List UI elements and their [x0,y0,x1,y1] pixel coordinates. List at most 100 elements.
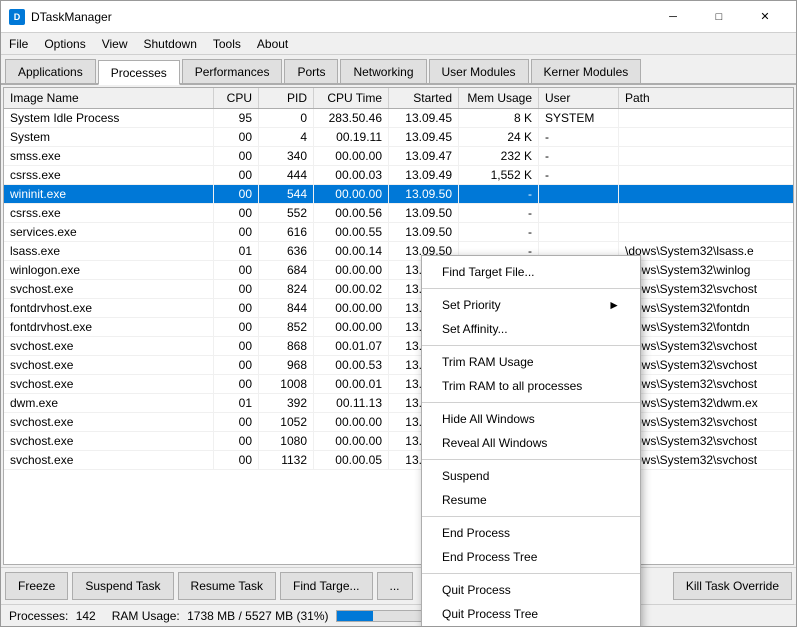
cell-pid: 824 [259,280,314,298]
cell-path [619,185,793,203]
table-row[interactable]: fontdrvhost.exe 00 852 00.00.00 13.09.50… [4,318,793,337]
table-row[interactable]: svchost.exe 00 968 00.00.53 13.09.50 - \… [4,356,793,375]
cell-image: fontdrvhost.exe [4,299,214,317]
table-row[interactable]: svchost.exe 00 1008 00.00.01 13.09.50 - … [4,375,793,394]
ctx-trim-ram[interactable]: Trim RAM Usage [422,350,640,374]
freeze-button[interactable]: Freeze [5,572,68,600]
cell-path: \dows\System32\svchost [619,451,793,469]
cell-cpu: 00 [214,375,259,393]
col-header-user[interactable]: User [539,88,619,108]
cell-cputime: 00.11.13 [314,394,389,412]
title-controls: ─ □ ✕ [650,1,788,33]
table-body[interactable]: System Idle Process 95 0 283.50.46 13.09… [4,109,793,561]
cell-pid: 444 [259,166,314,184]
ctx-end-process-tree[interactable]: End Process Tree [422,545,640,569]
ctx-quit-process-tree[interactable]: Quit Process Tree [422,602,640,626]
col-header-mem[interactable]: Mem Usage [459,88,539,108]
close-button[interactable]: ✕ [742,1,788,33]
menu-view[interactable]: View [94,33,136,55]
ctx-reveal-windows[interactable]: Reveal All Windows [422,431,640,455]
cell-pid: 392 [259,394,314,412]
ctx-suspend[interactable]: Suspend [422,464,640,488]
cell-mem: 8 K [459,109,539,127]
cell-cputime: 00.00.14 [314,242,389,260]
table-row[interactable]: services.exe 00 616 00.00.55 13.09.50 - [4,223,793,242]
cell-cputime: 00.00.55 [314,223,389,241]
table-row[interactable]: svchost.exe 00 868 00.01.07 13.09.50 - \… [4,337,793,356]
table-row[interactable]: fontdrvhost.exe 00 844 00.00.00 13.09.50… [4,299,793,318]
cell-image: svchost.exe [4,356,214,374]
ram-fill [337,611,374,621]
process-table[interactable]: Image Name CPU PID CPU Time Started Mem … [3,87,794,565]
table-row[interactable]: System 00 4 00.19.11 13.09.45 24 K - [4,128,793,147]
table-row[interactable]: winlogon.exe 00 684 00.00.00 13.09.50 - … [4,261,793,280]
maximize-button[interactable]: □ [696,1,742,33]
table-row[interactable]: svchost.exe 00 1132 00.00.05 13.09.51 - … [4,451,793,470]
minimize-button[interactable]: ─ [650,1,696,33]
tab-ports[interactable]: Ports [284,59,338,83]
table-row[interactable]: csrss.exe 00 444 00.00.03 13.09.49 1,552… [4,166,793,185]
col-header-started[interactable]: Started [389,88,459,108]
cell-image: dwm.exe [4,394,214,412]
cell-cpu: 00 [214,451,259,469]
menu-tools[interactable]: Tools [205,33,249,55]
cell-pid: 852 [259,318,314,336]
cell-user: - [539,128,619,146]
cell-started: 13.09.49 [389,166,459,184]
tab-networking[interactable]: Networking [340,59,426,83]
table-row[interactable]: wininit.exe 00 544 00.00.00 13.09.50 - [4,185,793,204]
ctx-find-target[interactable]: Find Target File... [422,260,640,284]
suspend-task-button[interactable]: Suspend Task [72,572,173,600]
tabs-bar: Applications Processes Performances Port… [1,55,796,85]
ctx-quit-process[interactable]: Quit Process [422,578,640,602]
ctx-resume[interactable]: Resume [422,488,640,512]
col-header-path[interactable]: Path [619,88,794,108]
content-area: Image Name CPU PID CPU Time Started Mem … [1,85,796,626]
col-header-cpu[interactable]: CPU [214,88,259,108]
cell-pid: 4 [259,128,314,146]
table-row[interactable]: dwm.exe 01 392 00.11.13 13.09.50 - \dows… [4,394,793,413]
cell-mem: 1,552 K [459,166,539,184]
tab-kerner-modules[interactable]: Kerner Modules [531,59,642,83]
cell-user: - [539,147,619,165]
cell-image: wininit.exe [4,185,214,203]
tab-user-modules[interactable]: User Modules [429,59,529,83]
cell-path: \dows\System32\fontdn [619,299,793,317]
resume-task-button[interactable]: Resume Task [178,572,276,600]
more-button[interactable]: ... [377,572,413,600]
table-row[interactable]: svchost.exe 00 824 00.00.02 13.09.50 - \… [4,280,793,299]
tab-applications[interactable]: Applications [5,59,96,83]
cell-mem: 232 K [459,147,539,165]
ctx-hide-windows[interactable]: Hide All Windows [422,407,640,431]
cell-pid: 544 [259,185,314,203]
table-row[interactable]: lsass.exe 01 636 00.00.14 13.09.50 - \do… [4,242,793,261]
tab-processes[interactable]: Processes [98,60,180,85]
ctx-trim-ram-all[interactable]: Trim RAM to all processes [422,374,640,398]
menu-options[interactable]: Options [36,33,93,55]
table-row[interactable]: svchost.exe 00 1080 00.00.00 13.09.51 - … [4,432,793,451]
col-header-cputime[interactable]: CPU Time [314,88,389,108]
ctx-separator [422,459,640,460]
ctx-set-priority[interactable]: Set Priority► [422,293,640,317]
menu-shutdown[interactable]: Shutdown [136,33,205,55]
ctx-end-process[interactable]: End Process [422,521,640,545]
cell-cputime: 00.19.11 [314,128,389,146]
table-row[interactable]: csrss.exe 00 552 00.00.56 13.09.50 - [4,204,793,223]
find-target-button[interactable]: Find Targe... [280,572,372,600]
tab-performances[interactable]: Performances [182,59,283,83]
kill-task-override-button[interactable]: Kill Task Override [673,572,792,600]
table-row[interactable]: svchost.exe 00 1052 00.00.00 13.09.51 - … [4,413,793,432]
col-header-pid[interactable]: PID [259,88,314,108]
cell-mem: - [459,185,539,203]
ctx-separator [422,402,640,403]
table-row[interactable]: smss.exe 00 340 00.00.00 13.09.47 232 K … [4,147,793,166]
table-row[interactable]: System Idle Process 95 0 283.50.46 13.09… [4,109,793,128]
status-bar: Processes: 142 RAM Usage: 1738 MB / 5527… [1,604,796,626]
cell-mem: 24 K [459,128,539,146]
menu-file[interactable]: File [1,33,36,55]
menu-about[interactable]: About [249,33,296,55]
app-icon: D [9,9,25,25]
ctx-set-affinity[interactable]: Set Affinity... [422,317,640,341]
col-header-image[interactable]: Image Name [4,88,214,108]
cell-started: 13.09.50 [389,204,459,222]
